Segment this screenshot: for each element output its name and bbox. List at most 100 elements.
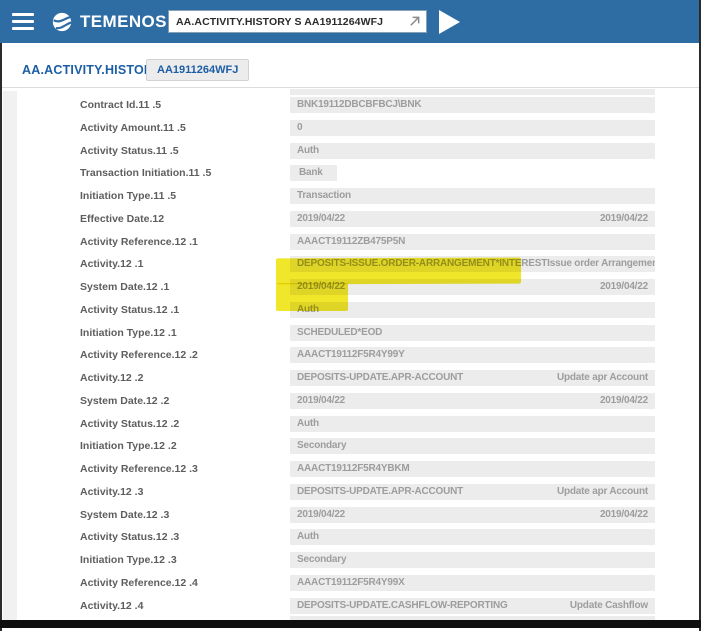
- field-value-text: 2019/04/22: [297, 211, 345, 227]
- field-value: 2019/04/22 2019/04/22: [290, 507, 655, 523]
- field-label: System Date.12 .2: [0, 393, 290, 409]
- field-label: Initiation Type.12 .1: [0, 325, 290, 341]
- launch-arrow-icon[interactable]: [408, 15, 421, 28]
- field-label: Activity.12 .2: [0, 370, 290, 386]
- field-label: System Date.12 .1: [0, 279, 290, 295]
- field-value-text: AAACT19112F5R4Y99X: [297, 575, 405, 591]
- field-value-right-text: Update Cashflow: [570, 598, 648, 614]
- field-label: Activity.12 .4: [0, 598, 290, 614]
- field-value: Secondary: [290, 438, 655, 454]
- command-line-box: [168, 10, 427, 33]
- field-value: AAACT19112F5R4YBKM: [290, 461, 655, 477]
- field-label: Activity.12 .3: [0, 484, 290, 500]
- field-label: Initiation Type.11 .5: [0, 188, 290, 204]
- field-label: Activity Status.12 .3: [0, 529, 290, 545]
- field-label: Initiation Type.12 .3: [0, 552, 290, 568]
- field-value: SCHEDULED*EOD: [290, 325, 655, 341]
- globe-icon: [51, 11, 73, 33]
- field-row: Activity.12 .4 DEPOSITS-UPDATE.CASHFLOW-…: [0, 598, 706, 614]
- field-value-text: Auth: [297, 529, 319, 545]
- field-label: Activity Reference.12 .3: [0, 461, 290, 477]
- field-row: Activity.12 .3 DEPOSITS-UPDATE.APR-ACCOU…: [0, 484, 706, 500]
- field-value-right-text: 2019/04/22: [600, 279, 648, 295]
- field-label: Initiation Type.12 .2: [0, 438, 290, 454]
- field-value-text: 0: [297, 120, 302, 136]
- field-value: DEPOSITS-UPDATE.APR-ACCOUNT Update apr A…: [290, 484, 655, 500]
- field-value-text: AAACT19112F5R4YBKM: [297, 461, 410, 477]
- app-window: TEMENOS AA.ACTIVITY.HISTORY AA1911264WFJ…: [0, 0, 706, 631]
- field-value-text: BNK19112DBCBFBCJ\BNK: [297, 97, 421, 113]
- field-label: Effective Date.12: [0, 211, 290, 227]
- field-value-text: Bank: [299, 165, 323, 181]
- field-label: Activity Reference.12 .4: [0, 575, 290, 591]
- menu-icon: [12, 13, 34, 16]
- field-value-text: Transaction: [297, 188, 351, 204]
- field-value-right-text: 2019/04/22: [600, 211, 648, 227]
- field-row: Transaction Initiation.11 .5 Bank: [0, 165, 706, 181]
- menu-button[interactable]: [12, 13, 34, 30]
- field-label: System Date.12 .3: [0, 507, 290, 523]
- header-divider: [2, 87, 701, 88]
- field-value: BNK19112DBCBFBCJ\BNK: [290, 97, 655, 113]
- page-title: AA.ACTIVITY.HISTORY: [22, 63, 161, 77]
- field-value: Secondary: [290, 552, 655, 568]
- field-value: AAACT19112F5R4Y99Y: [290, 347, 655, 363]
- field-value-text: 2019/04/22: [297, 507, 345, 523]
- field-label: Activity Status.11 .5: [0, 143, 290, 159]
- field-value-text: AAACT19112F5R4Y99Y: [297, 347, 405, 363]
- field-label: Activity.12 .1: [0, 256, 290, 272]
- menu-icon: [12, 27, 34, 30]
- field-value: DEPOSITS-UPDATE.APR-ACCOUNT Update apr A…: [290, 370, 655, 386]
- field-row: Activity Status.12 .1 Auth: [0, 302, 706, 318]
- field-value: AAACT19112ZB475P5N: [290, 234, 655, 250]
- field-value: Auth: [290, 416, 655, 432]
- record-field-table: Contract Id.11 .5 BNK19112DBCBFBCJ\BNK A…: [0, 97, 706, 620]
- field-label: Contract Id.11 .5: [0, 97, 290, 113]
- field-value: Auth: [290, 143, 655, 159]
- field-value-text: DEPOSITS-UPDATE.APR-ACCOUNT: [297, 484, 463, 500]
- run-button[interactable]: [439, 10, 460, 34]
- record-id-badge[interactable]: AA1911264WFJ: [146, 59, 249, 81]
- field-label: Activity Status.12 .1: [0, 302, 290, 318]
- field-label: Transaction Initiation.11 .5: [0, 165, 290, 181]
- field-row: Initiation Type.12 .1 SCHEDULED*EOD: [0, 325, 706, 341]
- field-value-text: Secondary: [297, 438, 346, 454]
- field-row: Activity Reference.12 .3 AAACT19112F5R4Y…: [0, 461, 706, 477]
- field-label: Activity Reference.12 .1: [0, 234, 290, 250]
- field-value-text: Secondary: [297, 552, 346, 568]
- field-row: Activity Reference.12 .2 AAACT19112F5R4Y…: [0, 347, 706, 363]
- field-label: Activity Status.12 .2: [0, 416, 290, 432]
- field-value: Bank: [290, 165, 337, 181]
- field-row: Activity Status.12 .3 Auth: [0, 529, 706, 545]
- field-label: Activity Reference.12 .2: [0, 347, 290, 363]
- highlight-annotation-activity: [276, 258, 521, 285]
- window-border-left: [0, 43, 2, 631]
- field-value-text: Auth: [297, 143, 319, 159]
- highlight-annotation-date: [276, 283, 348, 311]
- field-value: Auth: [290, 529, 655, 545]
- field-value-right-text: 2019/04/22: [600, 393, 648, 409]
- field-value-text: AAACT19112ZB475P5N: [297, 234, 405, 250]
- field-value-text: Auth: [297, 416, 319, 432]
- field-row: System Date.12 .3 2019/04/22 2019/04/22: [0, 507, 706, 523]
- field-row: Effective Date.12 2019/04/22 2019/04/22: [0, 211, 706, 227]
- logo-text: TEMENOS: [80, 12, 167, 32]
- command-input[interactable]: [169, 16, 406, 28]
- menu-icon: [12, 20, 34, 23]
- field-value-right-text: Update apr Account: [557, 370, 648, 386]
- field-value: Transaction: [290, 188, 655, 204]
- field-value: 0: [290, 120, 655, 136]
- field-row: Activity Amount.11 .5 0: [0, 120, 706, 136]
- field-row: Activity Reference.12 .4 AAACT19112F5R4Y…: [0, 575, 706, 591]
- field-row: System Date.12 .2 2019/04/22 2019/04/22: [0, 393, 706, 409]
- field-value-right-text: Update apr Account: [557, 484, 648, 500]
- field-value-text: 2019/04/22: [297, 393, 345, 409]
- window-border-bottom: [0, 620, 701, 628]
- field-row: Initiation Type.11 .5 Transaction: [0, 188, 706, 204]
- field-row: Activity Status.12 .2 Auth: [0, 416, 706, 432]
- top-bar: TEMENOS: [0, 0, 701, 43]
- field-row: Activity.12 .2 DEPOSITS-UPDATE.APR-ACCOU…: [0, 370, 706, 386]
- field-row: Initiation Type.12 .2 Secondary: [0, 438, 706, 454]
- field-value-text: DEPOSITS-UPDATE.CASHFLOW-REPORTING: [297, 598, 508, 614]
- partial-row-top: [290, 89, 655, 95]
